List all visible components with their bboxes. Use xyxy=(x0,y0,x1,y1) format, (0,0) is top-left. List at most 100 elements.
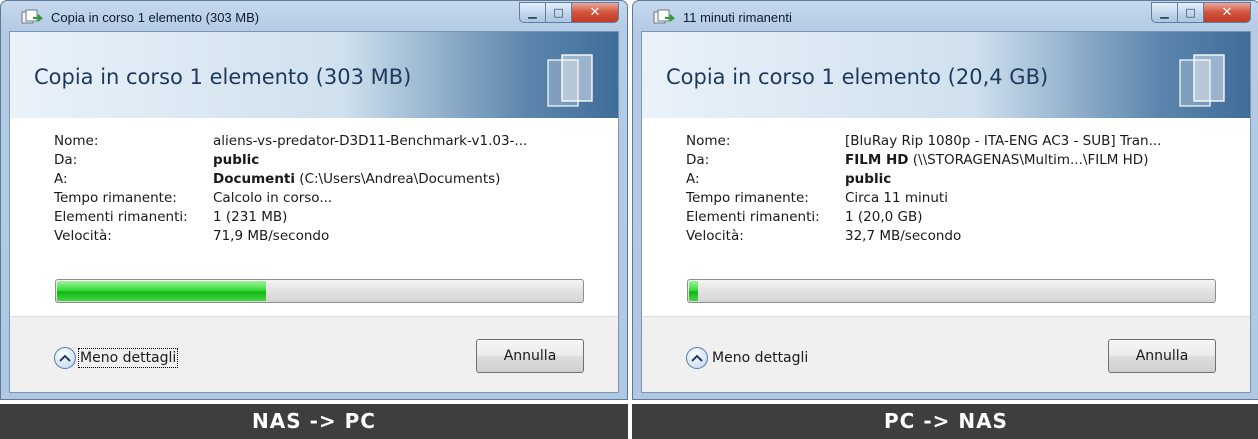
detail-label: Da: xyxy=(686,152,710,168)
detail-value: Calcolo in corso... xyxy=(213,190,613,206)
detail-value: 1 (20,0 GB) xyxy=(845,209,1245,225)
detail-value-text: Calcolo in corso... xyxy=(213,190,333,206)
detail-value-bold: public xyxy=(845,171,892,187)
detail-value-bold: public xyxy=(213,152,260,168)
detail-label: A: xyxy=(686,171,700,187)
detail-value-text: 1 (231 MB) xyxy=(213,209,288,225)
fewer-details-toggle[interactable]: Meno dettagli xyxy=(54,343,179,373)
detail-value: public xyxy=(845,171,1245,187)
detail-label: A: xyxy=(54,171,68,187)
minimize-button[interactable]: ▁ xyxy=(1151,2,1178,23)
detail-row-from: Da: public xyxy=(54,152,614,171)
maximize-button[interactable]: □ xyxy=(546,2,572,23)
detail-value-bold: Documenti xyxy=(213,171,296,187)
copy-dialog-panel-pc-to-nas: 11 minuti rimanenti ▁ □ ✕ Copia in corso… xyxy=(632,0,1258,439)
maximize-button[interactable]: □ xyxy=(1178,2,1204,23)
minimize-icon: ▁ xyxy=(1160,6,1169,19)
detail-row-speed: Velocità: 32,7 MB/secondo xyxy=(686,228,1246,247)
detail-row-to: A: public xyxy=(686,171,1246,190)
detail-value-text: 71,9 MB/secondo xyxy=(213,228,330,244)
detail-label: Nome: xyxy=(54,133,99,149)
panel-caption: PC -> NAS xyxy=(632,404,1258,439)
copy-dialog-panel-nas-to-pc: Copia in corso 1 elemento (303 MB) ▁ □ ✕… xyxy=(0,0,628,439)
detail-value-text: 32,7 MB/secondo xyxy=(845,228,962,244)
detail-value: Circa 11 minuti xyxy=(845,190,1245,206)
detail-value: 32,7 MB/secondo xyxy=(845,228,1245,244)
detail-label: Elementi rimanenti: xyxy=(686,209,820,225)
window-title: Copia in corso 1 elemento (303 MB) xyxy=(51,10,260,25)
file-copy-icon xyxy=(653,9,675,24)
detail-row-items-remaining: Elementi rimanenti: 1 (20,0 GB) xyxy=(686,209,1246,228)
cancel-button[interactable]: Annulla xyxy=(476,339,584,373)
detail-label: Nome: xyxy=(686,133,731,149)
detail-value: public xyxy=(213,152,613,168)
dialog-footer: Meno dettagli Annulla xyxy=(10,316,618,392)
detail-label: Velocità: xyxy=(54,228,112,244)
header-title: Copia in corso 1 elemento (20,4 GB) xyxy=(666,65,1049,89)
document-pages-icon xyxy=(547,54,593,107)
detail-row-from: Da: FILM HD (\\STORAGENAS\Multim...\FILM… xyxy=(686,152,1246,171)
detail-value-text: (\\STORAGENAS\Multim...\FILM HD) xyxy=(908,152,1149,168)
detail-row-time-remaining: Tempo rimanente: Calcolo in corso... xyxy=(54,190,614,209)
detail-value-text: (C:\Users\Andrea\Documents) xyxy=(295,171,501,187)
detail-label: Tempo rimanente: xyxy=(54,190,177,206)
detail-label: Da: xyxy=(54,152,78,168)
detail-label: Tempo rimanente: xyxy=(686,190,809,206)
progress-bar xyxy=(687,279,1216,303)
panel-caption: NAS -> PC xyxy=(0,404,628,439)
detail-value-bold: FILM HD xyxy=(845,152,909,168)
dialog-client-area: Copia in corso 1 elemento (20,4 GB) Nome… xyxy=(641,31,1251,393)
cancel-button[interactable]: Annulla xyxy=(1108,339,1216,373)
close-icon: ✕ xyxy=(1221,5,1233,20)
minimize-button[interactable]: ▁ xyxy=(519,2,546,23)
title-bar[interactable]: Copia in corso 1 elemento (303 MB) ▁ □ ✕ xyxy=(1,1,627,31)
detail-row-name: Nome: [BluRay Rip 1080p - ITA-ENG AC3 - … xyxy=(686,133,1246,152)
document-pages-icon xyxy=(1179,54,1225,107)
close-button[interactable]: ✕ xyxy=(572,2,619,23)
copy-dialog-window: 11 minuti rimanenti ▁ □ ✕ Copia in corso… xyxy=(632,0,1258,400)
maximize-icon: □ xyxy=(1185,6,1196,19)
close-icon: ✕ xyxy=(589,5,601,20)
progress-fill xyxy=(57,281,266,301)
progress-fill xyxy=(689,281,698,301)
header-band: Copia in corso 1 elemento (20,4 GB) xyxy=(642,32,1250,118)
detail-row-items-remaining: Elementi rimanenti: 1 (231 MB) xyxy=(54,209,614,228)
window-controls: ▁ □ ✕ xyxy=(519,2,619,24)
close-button[interactable]: ✕ xyxy=(1204,2,1251,23)
detail-row-name: Nome: aliens-vs-predator-D3D11-Benchmark… xyxy=(54,133,614,152)
detail-value: Documenti (C:\Users\Andrea\Documents) xyxy=(213,171,613,187)
fewer-details-toggle[interactable]: Meno dettagli xyxy=(686,343,808,373)
progress-bar xyxy=(55,279,584,303)
fewer-details-label: Meno dettagli xyxy=(712,350,809,366)
copy-dialog-window: Copia in corso 1 elemento (303 MB) ▁ □ ✕… xyxy=(0,0,628,400)
detail-value: 1 (231 MB) xyxy=(213,209,613,225)
detail-value: FILM HD (\\STORAGENAS\Multim...\FILM HD) xyxy=(845,152,1245,168)
chevron-up-icon xyxy=(54,347,76,369)
window-title: 11 minuti rimanenti xyxy=(683,10,792,25)
copy-details: Nome: aliens-vs-predator-D3D11-Benchmark… xyxy=(54,133,614,247)
window-controls: ▁ □ ✕ xyxy=(1151,2,1251,24)
detail-value: [BluRay Rip 1080p - ITA-ENG AC3 - SUB] T… xyxy=(845,133,1245,149)
detail-row-time-remaining: Tempo rimanente: Circa 11 minuti xyxy=(686,190,1246,209)
detail-label: Elementi rimanenti: xyxy=(54,209,188,225)
detail-value: 71,9 MB/secondo xyxy=(213,228,613,244)
minimize-icon: ▁ xyxy=(528,6,537,19)
detail-value: aliens-vs-predator-D3D11-Benchmark-v1.03… xyxy=(213,133,613,149)
detail-value-text: 1 (20,0 GB) xyxy=(845,209,923,225)
detail-value-text: [BluRay Rip 1080p - ITA-ENG AC3 - SUB] T… xyxy=(845,133,1162,149)
header-band: Copia in corso 1 elemento (303 MB) xyxy=(10,32,618,118)
dialog-client-area: Copia in corso 1 elemento (303 MB) Nome:… xyxy=(9,31,619,393)
copy-details: Nome: [BluRay Rip 1080p - ITA-ENG AC3 - … xyxy=(686,133,1246,247)
header-title: Copia in corso 1 elemento (303 MB) xyxy=(34,65,412,89)
detail-label: Velocità: xyxy=(686,228,744,244)
maximize-icon: □ xyxy=(553,6,564,19)
chevron-up-icon xyxy=(686,347,708,369)
detail-value-text: aliens-vs-predator-D3D11-Benchmark-v1.03… xyxy=(213,133,528,149)
title-bar[interactable]: 11 minuti rimanenti ▁ □ ✕ xyxy=(633,1,1258,31)
detail-row-speed: Velocità: 71,9 MB/secondo xyxy=(54,228,614,247)
detail-row-to: A: Documenti (C:\Users\Andrea\Documents) xyxy=(54,171,614,190)
fewer-details-label: Meno dettagli xyxy=(77,348,179,368)
file-copy-icon xyxy=(21,9,43,24)
dialog-footer: Meno dettagli Annulla xyxy=(642,316,1250,392)
detail-value-text: Circa 11 minuti xyxy=(845,190,948,206)
